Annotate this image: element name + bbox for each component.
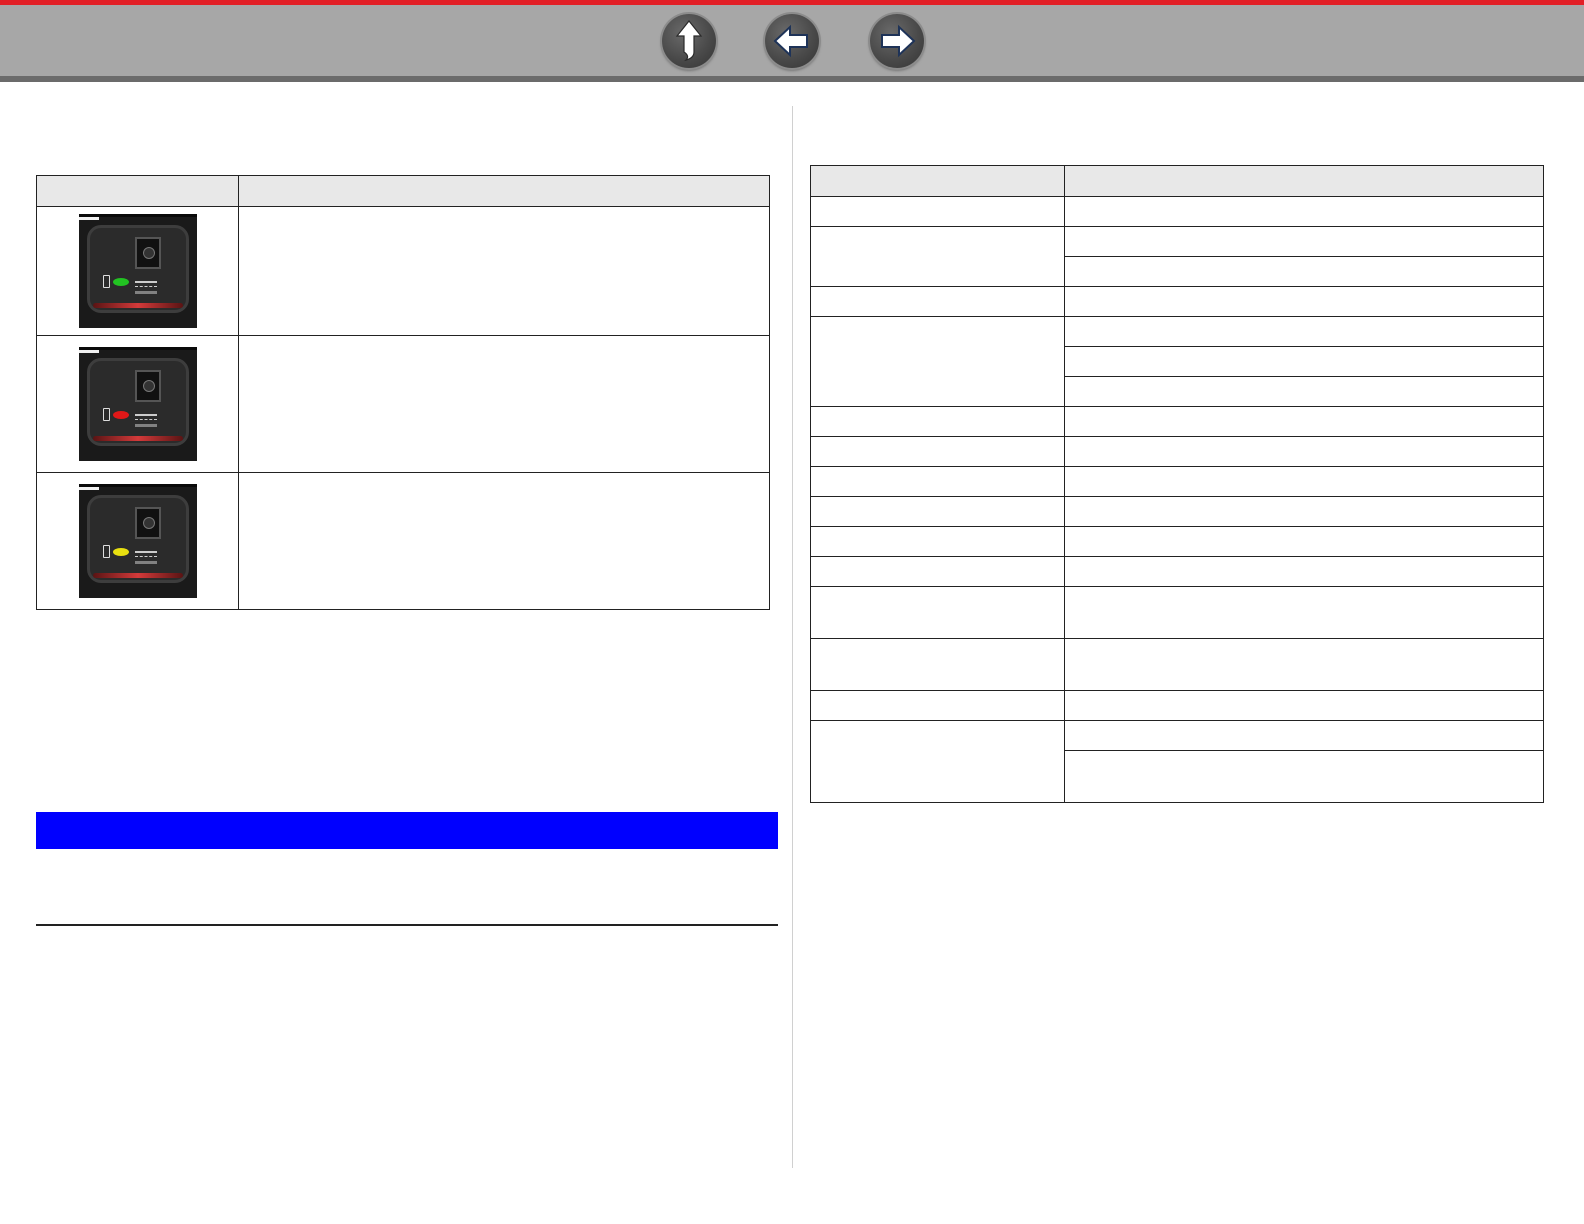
navigation-toolbar <box>0 0 1584 82</box>
spec-label-cell <box>810 466 1065 497</box>
spec-label-cell <box>810 406 1065 437</box>
table-row <box>810 436 1544 467</box>
table-row <box>810 316 1544 407</box>
spec-label-cell <box>810 496 1065 527</box>
table-row <box>810 196 1544 227</box>
table-row <box>36 472 770 610</box>
power-port-image-red <box>78 347 197 461</box>
spec-value-cell <box>1064 256 1544 287</box>
table-row <box>810 286 1544 317</box>
spec-label-cell <box>810 690 1065 721</box>
spec-value-cell <box>1064 750 1544 803</box>
battery-icon <box>102 545 110 558</box>
table-header-cell <box>810 165 1065 197</box>
dc-voltage-symbol <box>134 551 157 565</box>
spec-value-cell <box>1064 586 1544 639</box>
spec-value-cell <box>1064 346 1544 377</box>
table-row <box>810 690 1544 721</box>
dc-voltage-symbol <box>134 281 157 295</box>
spec-label-cell <box>810 436 1065 467</box>
back-button[interactable] <box>765 14 819 68</box>
port-glow <box>92 573 183 578</box>
spec-value-cell <box>1064 376 1544 407</box>
forward-button[interactable] <box>870 14 924 68</box>
table-row <box>810 406 1544 437</box>
table-row <box>810 556 1544 587</box>
spec-label-cell <box>810 196 1065 227</box>
up-button[interactable] <box>662 14 716 68</box>
dc-jack-icon <box>134 237 161 269</box>
table-header-cell <box>1064 165 1544 197</box>
table-row <box>810 496 1544 527</box>
spec-label-cell <box>810 720 1065 803</box>
battery-icon <box>102 275 110 288</box>
toolbar-accent-line <box>0 0 1584 5</box>
table-row <box>810 226 1544 287</box>
spec-value-cell <box>1064 720 1544 751</box>
table-header-cell <box>238 175 770 207</box>
red-led-icon <box>112 411 129 419</box>
spec-value-cell <box>1064 226 1544 257</box>
table-header-cell <box>36 175 239 207</box>
yellow-led-icon <box>112 548 129 556</box>
spec-value-cell <box>1064 436 1544 467</box>
spec-label-cell <box>810 526 1065 557</box>
dc-jack-icon <box>134 370 161 402</box>
spec-value-cell <box>1064 466 1544 497</box>
led-description-cell <box>238 472 770 610</box>
led-image-cell <box>36 206 239 336</box>
document-page <box>0 0 1584 1224</box>
table-header-row <box>36 175 770 207</box>
power-port-image-green <box>78 214 197 328</box>
left-arrow-icon <box>773 24 808 58</box>
spec-value-cell <box>1064 406 1544 437</box>
spec-value-cell <box>1064 316 1544 347</box>
table-row <box>810 720 1544 803</box>
table-row <box>810 586 1544 639</box>
toolbar-bottom-border <box>0 76 1584 82</box>
table-row <box>36 206 770 336</box>
led-image-cell <box>36 472 239 610</box>
spec-label-cell <box>810 586 1065 639</box>
led-status-table <box>36 175 770 610</box>
right-arrow-icon <box>881 24 916 58</box>
dc-jack-icon <box>134 507 161 539</box>
spec-label-cell <box>810 556 1065 587</box>
port-glow <box>92 303 183 308</box>
dc-voltage-symbol <box>134 414 157 428</box>
spec-label-cell <box>810 286 1065 317</box>
spec-label-cell <box>810 316 1065 407</box>
table-row <box>810 466 1544 497</box>
table-header-row <box>810 165 1544 197</box>
specifications-table <box>810 165 1544 803</box>
green-led-icon <box>112 278 129 286</box>
horizontal-rule <box>36 924 778 926</box>
column-divider <box>792 106 793 1168</box>
spec-value-cell <box>1064 690 1544 721</box>
spec-value-cell <box>1064 196 1544 227</box>
led-image-cell <box>36 335 239 473</box>
spec-value-cell <box>1064 556 1544 587</box>
spec-label-cell <box>810 226 1065 287</box>
spec-value-cell <box>1064 286 1544 317</box>
table-row <box>36 335 770 473</box>
spec-value-cell <box>1064 496 1544 527</box>
spec-value-cell <box>1064 638 1544 691</box>
led-description-cell <box>238 335 770 473</box>
led-description-cell <box>238 206 770 336</box>
spec-value-cell <box>1064 526 1544 557</box>
table-row <box>810 638 1544 691</box>
table-row <box>810 526 1544 557</box>
section-heading-bar <box>36 812 778 849</box>
up-arrow-icon <box>675 20 703 62</box>
spec-label-cell <box>810 638 1065 691</box>
port-glow <box>92 436 183 441</box>
power-port-image-yellow <box>78 484 197 598</box>
battery-icon <box>102 408 110 421</box>
